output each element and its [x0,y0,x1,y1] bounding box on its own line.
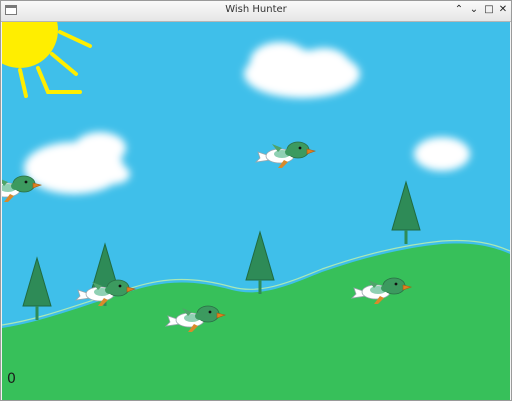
minimize-button[interactable]: ⌄ [467,3,481,17]
game-window: Wish Hunter ⌃ ⌄ □ ✕ 0 [0,0,512,401]
cloud-icon [414,137,470,171]
window-title: Wish Hunter [225,4,287,15]
game-canvas[interactable]: 0 [2,22,510,400]
close-button[interactable]: ✕ [496,3,510,17]
title-bar[interactable]: Wish Hunter ⌃ ⌄ □ ✕ [1,1,511,22]
score-counter: 0 [7,371,16,387]
shade-button[interactable]: ⌃ [452,3,466,17]
maximize-button[interactable]: □ [482,3,496,17]
